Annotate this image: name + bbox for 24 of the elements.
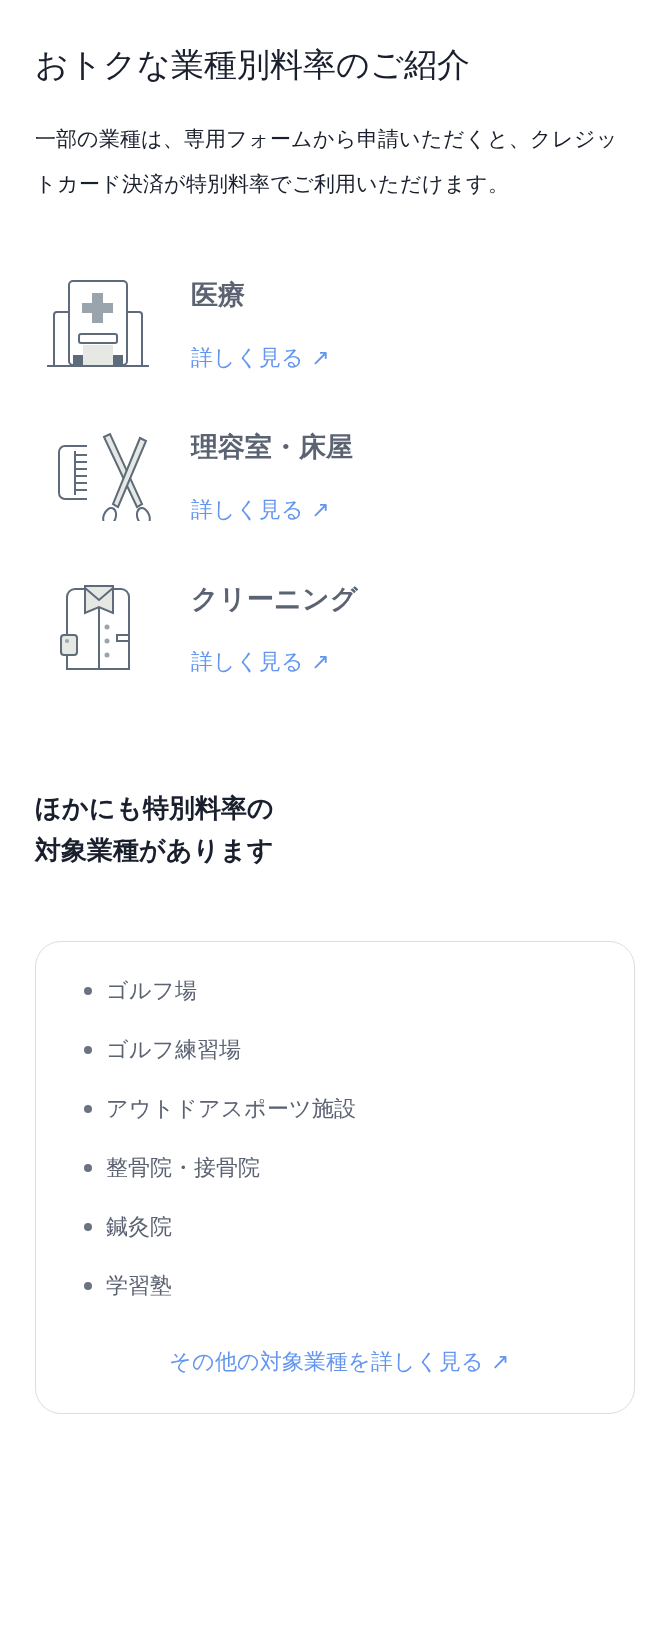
section-heading: ほかにも特別料率の bbox=[35, 791, 274, 825]
industry-name: クリーニング bbox=[191, 581, 358, 616]
industry-name: 医療 bbox=[191, 277, 246, 312]
bullet-icon bbox=[84, 1281, 92, 1290]
bullet-icon bbox=[84, 1104, 92, 1113]
industry-item: ゴルフ場 bbox=[106, 976, 197, 1005]
bullet-icon bbox=[84, 1045, 92, 1054]
intro-text: 一部の業種は、専用フォームから申請いただくと、クレジットカード決済が特別料率でご利用いただけます。 bbox=[35, 125, 619, 198]
bullet-icon bbox=[84, 986, 92, 995]
bullet-icon bbox=[84, 1163, 92, 1172]
industry-item: 鍼灸院 bbox=[106, 1212, 172, 1241]
details-link[interactable]: 詳しく見る ↗ bbox=[191, 494, 330, 525]
details-link[interactable]: 詳しく見る ↗ bbox=[191, 646, 330, 677]
section-heading: 対象業種があります bbox=[35, 833, 274, 867]
industry-item: アウトドアスポーツ施設 bbox=[106, 1094, 356, 1123]
industry-item: 学習塾 bbox=[106, 1271, 172, 1300]
industry-name: 理容室・床屋 bbox=[191, 429, 353, 464]
page-title: おトクな業種別料率のご紹介 bbox=[35, 44, 471, 86]
more-industries-link[interactable]: その他の対象業種を詳しく見る ↗ bbox=[168, 1346, 510, 1377]
bullet-icon bbox=[84, 1222, 92, 1231]
industry-item: 整骨院・接骨院 bbox=[106, 1153, 260, 1182]
details-link[interactable]: 詳しく見る ↗ bbox=[191, 342, 330, 373]
hospital-icon bbox=[47, 278, 151, 369]
industry-item: ゴルフ練習場 bbox=[106, 1035, 241, 1064]
